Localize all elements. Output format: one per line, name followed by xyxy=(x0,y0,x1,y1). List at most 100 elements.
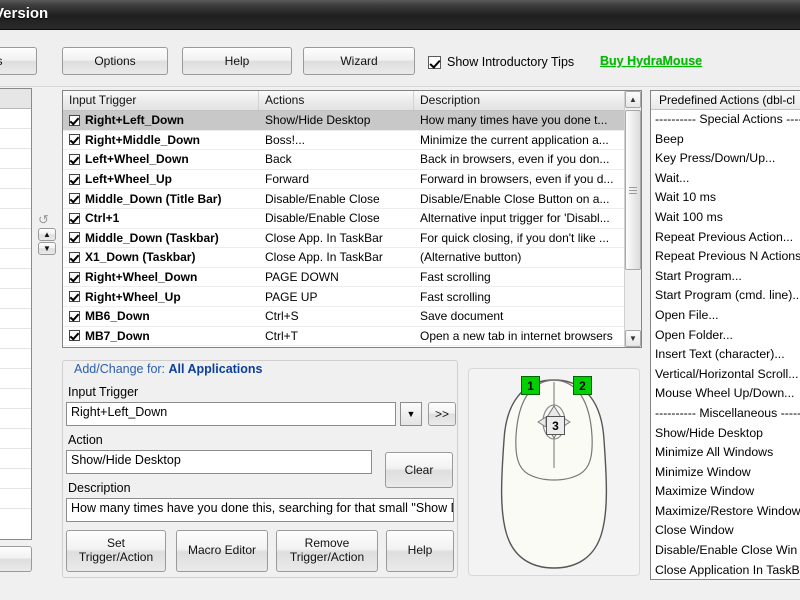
mouse-wheel-badge[interactable]: 3 xyxy=(546,416,565,435)
predefined-action-item[interactable]: Close Window xyxy=(651,521,800,541)
application-list-item[interactable] xyxy=(0,189,31,209)
spinner-down-button[interactable]: ▼ xyxy=(38,242,56,255)
toolbar-partial-button[interactable]: s xyxy=(0,47,37,75)
application-list-item[interactable] xyxy=(0,389,31,409)
row-checkbox[interactable] xyxy=(69,173,80,185)
predefined-action-item[interactable]: Wait 10 ms xyxy=(651,188,800,208)
application-list-item[interactable]: ft xyxy=(0,249,31,269)
clear-button[interactable]: Clear xyxy=(385,452,453,488)
trigger-list-view[interactable]: Input Trigger Actions Description Right+… xyxy=(62,90,642,348)
scroll-down-icon[interactable]: ▼ xyxy=(625,330,641,347)
predefined-action-item[interactable]: Disable/Enable Close Win xyxy=(651,541,800,561)
predefined-action-item[interactable]: Key Press/Down/Up... xyxy=(651,149,800,169)
input-trigger-combobox[interactable]: Right+Left_Down xyxy=(66,402,396,426)
predefined-action-item[interactable]: Open File... xyxy=(651,306,800,326)
predefined-action-item[interactable]: Repeat Previous N Actions xyxy=(651,247,800,267)
predefined-action-item[interactable]: Minimize All Windows xyxy=(651,443,800,463)
application-list-item[interactable] xyxy=(0,469,31,489)
application-list-item[interactable] xyxy=(0,269,31,289)
column-header-description[interactable]: Description xyxy=(414,91,625,110)
predefined-action-item[interactable]: Maximize Window xyxy=(651,482,800,502)
macro-editor-button[interactable]: Macro Editor xyxy=(176,530,268,572)
table-row[interactable]: Right+Middle_Down Boss!... Minimize the cu… xyxy=(63,131,641,151)
row-checkbox[interactable] xyxy=(69,193,80,205)
more-triggers-button[interactable]: >> xyxy=(428,402,456,426)
wizard-button[interactable]: Wizard xyxy=(303,47,415,75)
predefined-action-item[interactable]: Insert Text (character)... xyxy=(651,345,800,365)
column-header-input-trigger[interactable]: Input Trigger xyxy=(63,91,259,110)
predefined-action-item[interactable]: Wait... xyxy=(651,169,800,189)
chevron-down-icon[interactable]: ▼ xyxy=(400,402,422,426)
row-checkbox[interactable] xyxy=(69,251,80,263)
application-list-item[interactable] xyxy=(0,449,31,469)
remove-trigger-action-button[interactable]: Remove Trigger/Action xyxy=(276,530,378,572)
row-checkbox[interactable] xyxy=(69,271,80,283)
application-list-item[interactable] xyxy=(0,229,31,249)
help-button[interactable]: Help xyxy=(182,47,292,75)
scrollbar-thumb[interactable] xyxy=(625,110,641,270)
table-row[interactable]: Left+Wheel_Up Forward Forward in browsers,… xyxy=(63,170,641,190)
application-list-item[interactable] xyxy=(0,429,31,449)
trigger-list-scrollbar[interactable]: ▲ ▼ xyxy=(624,91,641,347)
predefined-action-item[interactable]: Show/Hide Desktop xyxy=(651,424,800,444)
row-checkbox[interactable] xyxy=(69,330,80,342)
application-list-item[interactable] xyxy=(0,309,31,329)
predefined-action-item[interactable]: Open Folder... xyxy=(651,326,800,346)
table-row[interactable]: MB7_Down Ctrl+T Open a new tab in internet… xyxy=(63,327,641,347)
spinner-up-button[interactable]: ▲ xyxy=(38,228,56,241)
application-list-item[interactable] xyxy=(0,349,31,369)
refresh-icon[interactable]: ↺ xyxy=(38,212,54,227)
row-checkbox[interactable] xyxy=(69,310,80,322)
predefined-action-item[interactable]: Beep xyxy=(651,130,800,150)
applications-panel-button[interactable] xyxy=(0,546,32,572)
order-spinner[interactable]: ▲ ▼ xyxy=(38,228,56,256)
predefined-action-item[interactable]: Mouse Wheel Up/Down... xyxy=(651,384,800,404)
scroll-up-icon[interactable]: ▲ xyxy=(625,91,641,108)
table-row[interactable]: Right+Left_Down Show/Hide Desktop How many… xyxy=(63,111,641,131)
predefined-action-item[interactable]: Wait 100 ms xyxy=(651,208,800,228)
row-checkbox[interactable] xyxy=(69,291,80,303)
predefined-action-item[interactable]: Start Program (cmd. line)... xyxy=(651,286,800,306)
application-list-item[interactable] xyxy=(0,489,31,509)
table-row[interactable]: Right+Wheel_Down PAGE DOWN Fast scrolling xyxy=(63,268,641,288)
table-row[interactable]: Middle_Down (Taskbar) Close App. In TaskB… xyxy=(63,229,641,249)
application-list-item[interactable]: y xyxy=(0,129,31,149)
predefined-action-item[interactable]: Close Application In TaskB xyxy=(651,561,800,579)
action-input[interactable]: Show/Hide Desktop xyxy=(66,450,372,474)
predefined-action-item[interactable]: Minimize Window xyxy=(651,463,800,483)
row-checkbox[interactable] xyxy=(69,153,80,165)
form-help-button[interactable]: Help xyxy=(386,530,454,572)
row-checkbox[interactable] xyxy=(69,134,80,146)
row-checkbox[interactable] xyxy=(69,114,80,126)
row-checkbox[interactable] xyxy=(69,232,80,244)
description-input[interactable]: How many times have you done this, searc… xyxy=(66,498,454,522)
application-list-item[interactable] xyxy=(0,169,31,189)
table-row[interactable]: Ctrl+1 Disable/Enable Close Alternative in… xyxy=(63,209,641,229)
options-button[interactable]: Options xyxy=(62,47,168,75)
application-list-item[interactable] xyxy=(0,209,31,229)
table-row[interactable]: X1_Down (Taskbar) Close App. In TaskBar (A… xyxy=(63,248,641,268)
row-checkbox[interactable] xyxy=(69,212,80,224)
application-list-item[interactable] xyxy=(0,289,31,309)
predefined-actions-panel[interactable]: Predefined Actions (dbl-cl ---------- Sp… xyxy=(650,90,800,580)
application-list-item[interactable]: er xyxy=(0,109,31,129)
application-list-item[interactable] xyxy=(0,149,31,169)
table-row[interactable]: MB6_Down Ctrl+S Save document xyxy=(63,307,641,327)
column-header-actions[interactable]: Actions xyxy=(259,91,414,110)
table-row[interactable]: Left+Wheel_Down Back Back in browsers, eve… xyxy=(63,150,641,170)
predefined-action-item[interactable]: Start Program... xyxy=(651,267,800,287)
predefined-action-item[interactable]: Maximize/Restore Window xyxy=(651,502,800,522)
application-list-item[interactable] xyxy=(0,409,31,429)
application-list-item[interactable] xyxy=(0,369,31,389)
application-list-item[interactable] xyxy=(0,329,31,349)
set-trigger-action-button[interactable]: Set Trigger/Action xyxy=(66,530,166,572)
mouse-button-2-badge[interactable]: 2 xyxy=(573,376,592,395)
predefined-action-item[interactable]: Repeat Previous Action... xyxy=(651,228,800,248)
show-introductory-tips-checkbox[interactable]: Show Introductory Tips xyxy=(428,54,574,70)
table-row[interactable]: Right+Wheel_Up PAGE UP Fast scrolling xyxy=(63,287,641,307)
predefined-action-item[interactable]: Vertical/Horizontal Scroll... xyxy=(651,365,800,385)
table-row[interactable]: Middle_Down (Title Bar) Disable/Enable Cl… xyxy=(63,189,641,209)
applications-list-panel[interactable]: ery ft xyxy=(0,88,32,540)
mouse-button-1-badge[interactable]: 1 xyxy=(521,376,540,395)
buy-hydramouse-link[interactable]: Buy HydraMouse xyxy=(600,54,702,68)
